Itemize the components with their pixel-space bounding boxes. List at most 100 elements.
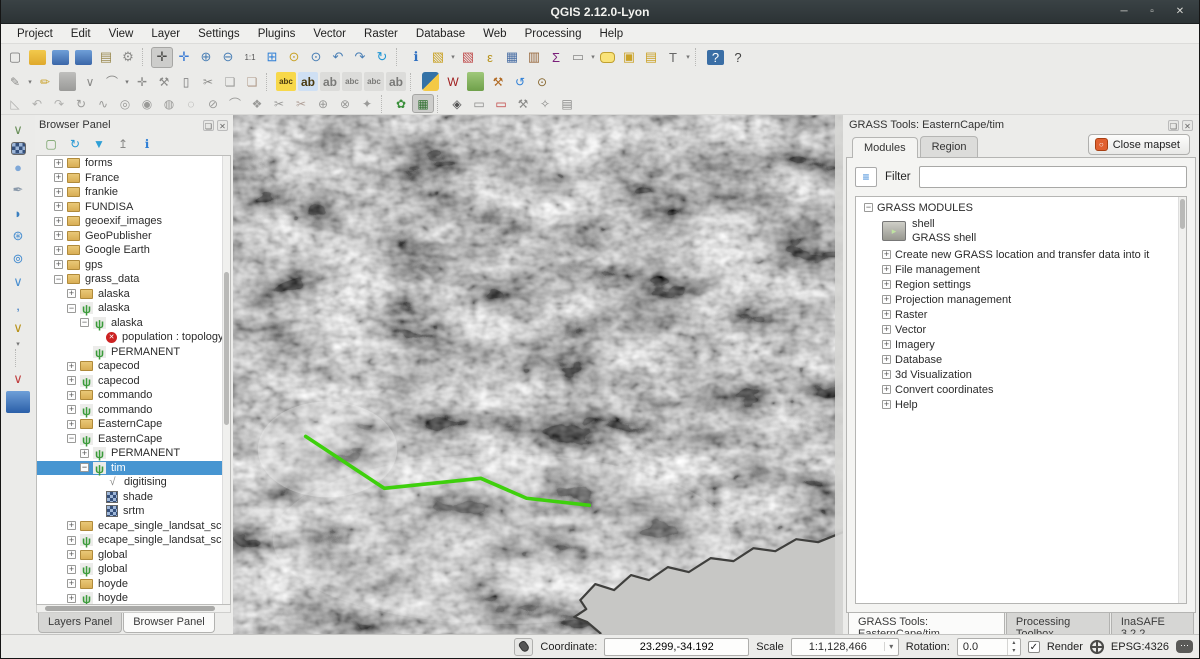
plugin-reloader-icon[interactable]: ↺ <box>509 72 531 91</box>
menu-item-edit[interactable]: Edit <box>63 26 99 42</box>
expand-icon[interactable]: + <box>882 250 891 259</box>
expand-icon[interactable]: + <box>54 188 63 197</box>
expand-icon[interactable]: + <box>882 310 891 319</box>
zoom-full-icon[interactable]: ⊞ <box>261 47 283 68</box>
attribute-table-icon[interactable]: ▦ <box>501 47 523 68</box>
tab-region[interactable]: Region <box>920 136 979 157</box>
add-feature-icon[interactable]: ∨ <box>79 72 101 91</box>
expand-icon[interactable]: + <box>67 420 76 429</box>
expand-icon[interactable]: + <box>67 579 76 588</box>
minimize-icon[interactable]: ─ <box>1117 5 1131 19</box>
tree-item-easterncape[interactable]: −ψEasternCape <box>37 432 230 447</box>
module-item-create-new-grass-location-and-transfer-data-into-it[interactable]: +Create new GRASS location and transfer … <box>856 247 1186 262</box>
expand-icon[interactable]: + <box>54 246 63 255</box>
map-canvas[interactable] <box>233 115 843 634</box>
tree-item-forms[interactable]: +forms <box>37 156 230 171</box>
text-annotation-icon[interactable]: T <box>662 47 684 68</box>
cad-tools-icon[interactable]: ◺ <box>4 94 26 113</box>
tree-item-digitising[interactable]: √digitising <box>37 475 230 490</box>
show-hide-labels-icon[interactable]: abc <box>342 72 362 91</box>
menu-item-raster[interactable]: Raster <box>356 26 406 42</box>
move-label-icon[interactable]: abc <box>364 72 384 91</box>
browser-hscrollbar[interactable] <box>36 605 231 613</box>
zoom-to-selection-icon[interactable]: ⊙ <box>283 47 305 68</box>
tree-item-commando[interactable]: +commando <box>37 388 230 403</box>
menu-item-processing[interactable]: Processing <box>517 26 590 42</box>
delete-selected-icon[interactable]: ▯ <box>175 72 197 91</box>
menu-item-project[interactable]: Project <box>9 26 61 42</box>
tree-item-hoyde[interactable]: +ψhoyde <box>37 591 230 605</box>
add-selected-layers-icon[interactable]: ▢ <box>42 135 60 153</box>
wkt-editor-icon[interactable]: W <box>442 72 464 91</box>
redo-icon[interactable]: ↷ <box>48 94 70 113</box>
expand-icon[interactable]: + <box>54 159 63 168</box>
tree-item-ecape-single-landsat-scene[interactable]: +ecape_single_landsat_scene <box>37 519 230 534</box>
toggle-editing-icon[interactable]: ✏ <box>34 72 56 91</box>
expand-icon[interactable]: + <box>67 376 76 385</box>
expand-icon[interactable]: + <box>67 594 76 603</box>
module-item-raster[interactable]: +Raster <box>856 307 1186 322</box>
tree-item-google-earth[interactable]: +Google Earth <box>37 243 230 258</box>
expand-icon[interactable]: + <box>54 260 63 269</box>
zoom-next-icon[interactable]: ↷ <box>349 47 371 68</box>
merge-attributes-icon[interactable]: ⊗ <box>334 94 356 113</box>
save-layer-edits-icon[interactable] <box>59 72 76 91</box>
current-edits-icon[interactable]: ✎ <box>4 72 26 91</box>
module-item-file-management[interactable]: +File management <box>856 262 1186 277</box>
crs-label[interactable]: EPSG:4326 <box>1111 641 1169 653</box>
expand-icon[interactable]: + <box>67 362 76 371</box>
expand-icon[interactable]: + <box>882 295 891 304</box>
tree-item-gps[interactable]: +gps <box>37 258 230 273</box>
move-feature-icon[interactable]: ✛ <box>131 72 153 91</box>
tree-item-shade[interactable]: shade <box>37 490 230 505</box>
close-mapset-button[interactable]: ○ Close mapset <box>1088 134 1190 155</box>
tab-modules[interactable]: Modules <box>852 137 918 158</box>
spin-buttons[interactable]: ▴▾ <box>1007 639 1020 655</box>
rotate-label-icon[interactable]: ab <box>386 72 406 91</box>
expand-icon[interactable]: + <box>67 289 76 298</box>
zoom-in-icon[interactable]: ⊕ <box>195 47 217 68</box>
grass-tools-search-icon[interactable]: ⊙ <box>531 72 553 91</box>
crs-status-icon[interactable] <box>1090 640 1104 654</box>
zoom-native-icon[interactable]: 1:1 <box>239 47 261 68</box>
grass-open-mapset-icon[interactable]: ✿ <box>390 94 412 113</box>
messages-icon[interactable]: ⋯ <box>1176 640 1193 653</box>
collapse-icon[interactable]: − <box>54 275 63 284</box>
tree-item-tim[interactable]: −ψtim <box>37 461 230 476</box>
cut-features-icon[interactable]: ✂ <box>197 72 219 91</box>
help-contents-icon[interactable]: ? <box>707 50 724 65</box>
save-project-icon[interactable] <box>52 50 69 65</box>
filter-browser-icon[interactable]: ▼ <box>90 135 108 153</box>
add-wfs-layer-icon[interactable]: ∨ <box>6 271 30 293</box>
maximize-icon[interactable]: ▫ <box>1145 5 1159 19</box>
split-parts-icon[interactable]: ✂ <box>290 94 312 113</box>
menu-item-database[interactable]: Database <box>408 26 473 42</box>
tree-item-alaska[interactable]: −ψalaska <box>37 316 230 331</box>
delete-part-icon[interactable]: ⊘ <box>202 94 224 113</box>
refresh-browser-icon[interactable]: ↻ <box>66 135 84 153</box>
tree-item-global[interactable]: +ψglobal <box>37 562 230 577</box>
composer-manager-icon[interactable]: ⚙ <box>117 47 139 68</box>
tree-item-commando[interactable]: +ψcommando <box>37 403 230 418</box>
expand-icon[interactable]: + <box>882 400 891 409</box>
menu-item-web[interactable]: Web <box>475 26 514 42</box>
expand-icon[interactable]: + <box>882 370 891 379</box>
menu-item-view[interactable]: View <box>101 26 142 42</box>
statistical-summary-icon[interactable]: Σ <box>545 47 567 68</box>
current-edits-dropdown-icon[interactable]: ▾ <box>26 78 34 86</box>
module-item-grass-modules[interactable]: −GRASS MODULES <box>856 200 1186 215</box>
browser-vscrollbar[interactable] <box>222 156 230 604</box>
merge-features-icon[interactable]: ⊕ <box>312 94 334 113</box>
expand-icon[interactable]: + <box>67 536 76 545</box>
tree-item-capecod[interactable]: +ψcapecod <box>37 374 230 389</box>
simplify-feature-icon[interactable]: ∿ <box>92 94 114 113</box>
pin-labels-icon[interactable]: ab <box>320 72 340 91</box>
tree-item-alaska[interactable]: −ψalaska <box>37 301 230 316</box>
expand-icon[interactable]: + <box>54 217 63 226</box>
select-features-dropdown-icon[interactable]: ▾ <box>449 53 457 61</box>
inasafe-wizard-icon[interactable]: ✧ <box>534 94 556 113</box>
inasafe-options-icon[interactable]: ⚒ <box>512 94 534 113</box>
tree-item-ecape-single-landsat-scene[interactable]: +ψecape_single_landsat_scene <box>37 533 230 548</box>
module-list-view-icon[interactable]: ≡ <box>855 167 877 187</box>
tree-item-hoyde[interactable]: +hoyde <box>37 577 230 592</box>
